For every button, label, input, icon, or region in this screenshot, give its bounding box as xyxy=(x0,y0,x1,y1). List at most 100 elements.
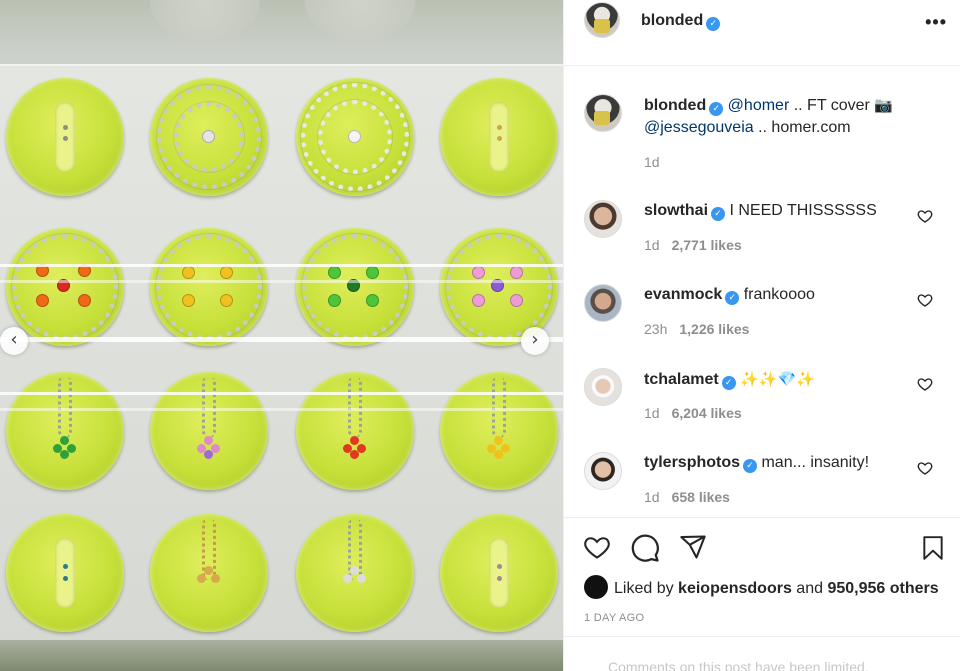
comment-text: evanmock ✓ frankoooo xyxy=(644,284,924,306)
verified-badge-icon: ✓ xyxy=(725,291,740,305)
likes-middle: and xyxy=(791,580,828,597)
comment-text: slowthai ✓ I NEED THISSSSSS xyxy=(644,200,924,222)
likes-summary: Liked by keiopensdoors and 950,956 other… xyxy=(584,575,939,599)
camera-icon: 📷 xyxy=(874,96,894,114)
like-heart-icon[interactable] xyxy=(582,533,612,561)
photo-detail xyxy=(0,640,563,671)
comment-meta: 1d 6,204 likes xyxy=(644,405,742,421)
photo-disc xyxy=(6,78,124,196)
comment-row: slowthai ✓ I NEED THISSSSSS 1d 2,771 likes xyxy=(564,200,960,260)
comment-time[interactable]: 1d xyxy=(644,237,660,253)
comment-body: man... insanity! xyxy=(761,454,870,471)
comment-row: tchalamet ✓ ✨✨💎✨ 1d 6,204 likes xyxy=(564,368,960,428)
photo-disc xyxy=(440,372,558,490)
photo-disc xyxy=(150,78,268,196)
photo-detail xyxy=(150,0,260,42)
comment-likes[interactable]: 658 likes xyxy=(672,489,730,505)
commenter-avatar[interactable] xyxy=(584,200,622,238)
comment-username[interactable]: slowthai xyxy=(644,202,708,219)
caption-username[interactable]: blonded xyxy=(644,97,706,114)
comment-meta: 1d 658 likes xyxy=(644,489,730,505)
verified-badge-icon: ✓ xyxy=(743,459,758,473)
comment-text: tchalamet ✓ ✨✨💎✨ xyxy=(644,368,924,391)
comment-time[interactable]: 23h xyxy=(644,321,667,337)
commenter-avatar[interactable] xyxy=(584,284,622,322)
comment-like-heart-icon[interactable] xyxy=(917,376,933,392)
post-header: blonded ✓ ••• xyxy=(564,0,960,66)
photo-glare xyxy=(0,264,563,267)
likes-count[interactable]: 950,956 others xyxy=(827,580,938,597)
gem-stone-icon: 💎 xyxy=(777,370,797,388)
caption-row: blonded ✓ @homer .. FT cover 📷 @jessegouv… xyxy=(564,94,960,184)
photo-disc xyxy=(440,78,558,196)
sparkles-icon: ✨ xyxy=(758,370,778,388)
sparkles-icon: ✨ xyxy=(740,370,759,388)
comment-username[interactable]: tchalamet xyxy=(644,371,719,388)
photo-glare xyxy=(0,337,563,342)
comment-likes[interactable]: 2,771 likes xyxy=(672,237,742,253)
verified-badge-icon: ✓ xyxy=(711,207,726,221)
commenter-avatar[interactable] xyxy=(584,368,622,406)
comment-icon[interactable] xyxy=(630,533,660,563)
comment-time[interactable]: 1d xyxy=(644,489,660,505)
photo-detail xyxy=(305,0,415,42)
photo-glare xyxy=(0,408,563,411)
action-bar xyxy=(564,519,960,565)
comment-likes[interactable]: 1,226 likes xyxy=(679,321,749,337)
author-username[interactable]: blonded xyxy=(641,12,703,29)
photo-disc xyxy=(150,228,268,346)
comment-row: evanmock ✓ frankoooo 23h 1,226 likes xyxy=(564,284,960,344)
verified-badge-icon: ✓ xyxy=(709,102,724,116)
photo-glare xyxy=(0,280,563,283)
photo-disc xyxy=(150,372,268,490)
comments-limited-text: Comments on this post have been limited. xyxy=(608,659,869,671)
caption-text-part: .. homer.com xyxy=(753,119,851,136)
photo-disc xyxy=(6,372,124,490)
comment-likes[interactable]: 6,204 likes xyxy=(672,405,742,421)
comment-meta: 23h 1,226 likes xyxy=(644,321,749,337)
photo-disc xyxy=(296,514,414,632)
bookmark-icon[interactable] xyxy=(920,533,946,563)
more-options-icon[interactable]: ••• xyxy=(925,12,947,33)
comment-like-heart-icon[interactable] xyxy=(917,460,933,476)
liker-avatar[interactable] xyxy=(584,575,608,599)
verified-badge-icon: ✓ xyxy=(706,17,721,31)
photo-disc xyxy=(296,228,414,346)
post-photo[interactable]: ‹ › xyxy=(0,0,563,671)
commenter-avatar[interactable] xyxy=(584,452,622,490)
photo-disc xyxy=(6,228,124,346)
photo-disc xyxy=(150,514,268,632)
comment-body: I NEED THISSSSSS xyxy=(729,202,877,219)
carousel-next-button[interactable]: › xyxy=(521,327,549,355)
verified-badge-icon: ✓ xyxy=(721,376,736,390)
photo-disc xyxy=(296,78,414,196)
comment-text: tylersphotos ✓ man... insanity! xyxy=(644,452,924,474)
photo-disc xyxy=(6,514,124,632)
photo-glare xyxy=(0,392,563,395)
photo-disc xyxy=(296,372,414,490)
liker-username[interactable]: keiopensdoors xyxy=(678,580,792,597)
caption-text: blonded ✓ @homer .. FT cover 📷 @jessegouv… xyxy=(644,94,924,139)
comment-body: frankoooo xyxy=(743,286,815,303)
sparkles-icon: ✨ xyxy=(796,370,815,388)
caption-time[interactable]: 1d xyxy=(644,154,660,170)
carousel-prev-button[interactable]: ‹ xyxy=(0,327,28,355)
author-avatar[interactable] xyxy=(584,2,620,38)
comments-limited-notice: Comments on this post have been limited. xyxy=(564,636,960,671)
likes-prefix: Liked by xyxy=(614,580,679,597)
comment-username[interactable]: evanmock xyxy=(644,286,722,303)
mention-link[interactable]: @homer xyxy=(728,97,790,114)
comment-like-heart-icon[interactable] xyxy=(917,208,933,224)
comment-username[interactable]: tylersphotos xyxy=(644,454,740,471)
photo-disc xyxy=(440,514,558,632)
comment-meta: 1d 2,771 likes xyxy=(644,237,742,253)
caption-avatar[interactable] xyxy=(584,94,622,132)
comment-time[interactable]: 1d xyxy=(644,405,660,421)
share-icon[interactable] xyxy=(678,533,708,561)
post-date[interactable]: 1 DAY AGO xyxy=(584,612,644,624)
post-panel: blonded ✓ ••• blonded ✓ @homer .. FT cover… xyxy=(563,0,960,671)
mention-link[interactable]: @jessegouveia xyxy=(644,119,754,136)
comment-like-heart-icon[interactable] xyxy=(917,292,933,308)
comments-list[interactable]: blonded ✓ @homer .. FT cover 📷 @jessegouv… xyxy=(564,66,960,518)
caption-text-part: .. FT cover xyxy=(789,97,875,114)
